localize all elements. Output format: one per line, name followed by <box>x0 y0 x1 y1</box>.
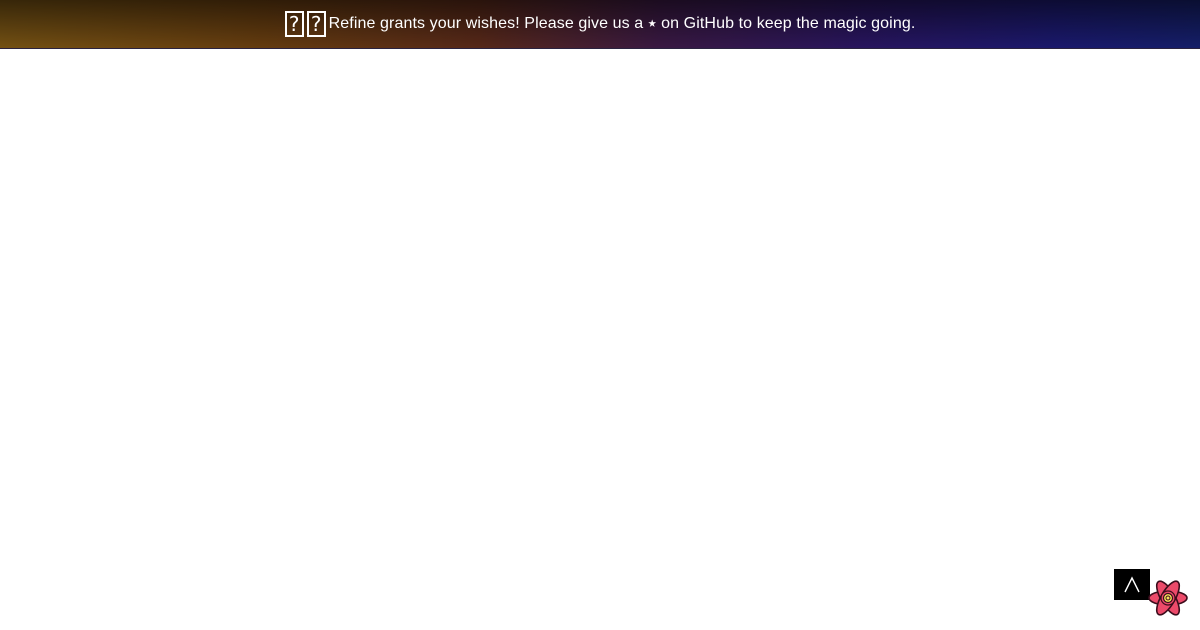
missing-glyph-icon <box>306 11 326 37</box>
devtools-toggle-button[interactable] <box>1147 577 1189 619</box>
banner-message: Refine grants your wishes! Please give u… <box>328 15 916 32</box>
github-star-banner[interactable]: Refine grants your wishes! Please give u… <box>0 0 1200 49</box>
missing-glyph-icon <box>284 11 304 37</box>
back-to-top-button[interactable] <box>1114 569 1150 600</box>
atom-logo-icon <box>1148 580 1188 616</box>
chevron-up-icon <box>1124 575 1140 592</box>
github-star-link[interactable]: Refine grants your wishes! Please give u… <box>284 11 916 37</box>
